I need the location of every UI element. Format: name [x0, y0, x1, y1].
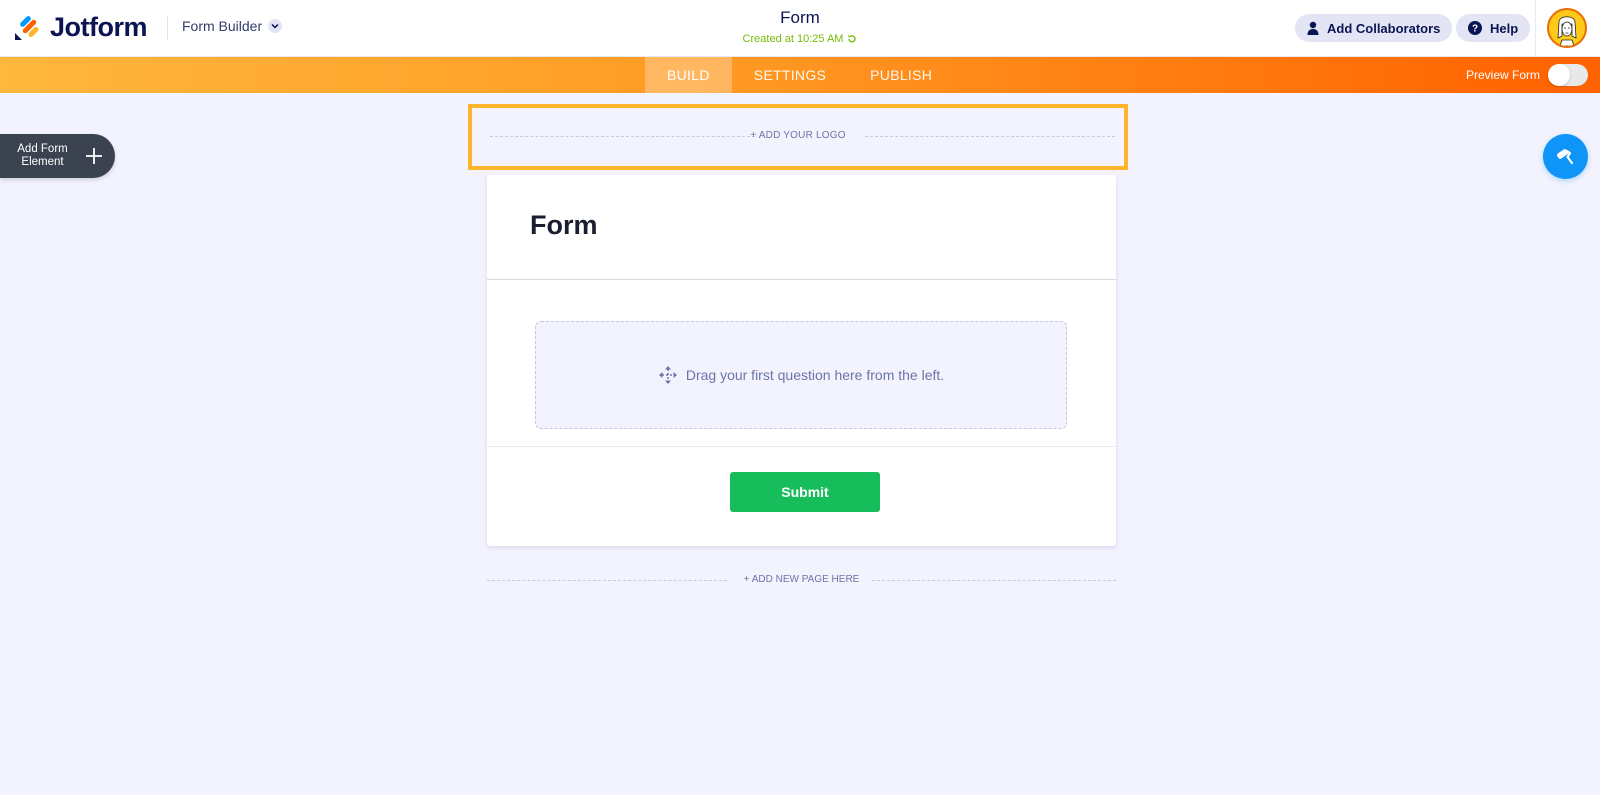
add-form-element-line1: Add Form: [17, 143, 68, 155]
add-form-element-line2: Element: [21, 156, 64, 168]
preview-form-control: Preview Form: [1466, 64, 1588, 86]
drop-zone-text: Drag your first question here from the l…: [685, 367, 945, 383]
form-designer-button[interactable]: [1543, 134, 1588, 179]
add-logo-area[interactable]: + ADD YOUR LOGO: [468, 104, 1128, 170]
add-form-element-button[interactable]: Add Form Element: [0, 134, 115, 178]
top-header: Jotform Form Builder Form Created at 10:…: [0, 0, 1600, 57]
form-header[interactable]: Form: [487, 175, 1116, 280]
tab-build[interactable]: BUILD: [645, 57, 732, 93]
preview-form-toggle[interactable]: [1548, 64, 1588, 86]
submit-button[interactable]: Submit: [730, 472, 880, 512]
created-text: Created at 10:25 AM: [742, 33, 844, 45]
form-heading[interactable]: Form: [530, 210, 598, 241]
avatar-illustration-icon: [1557, 16, 1577, 46]
dashed-divider-right: [865, 136, 1115, 137]
preview-form-label: Preview Form: [1465, 68, 1540, 82]
builder-nav-bar: BUILD SETTINGS PUBLISH Preview Form: [0, 57, 1600, 93]
tab-publish[interactable]: PUBLISH: [848, 57, 954, 93]
move-arrows-icon: [658, 366, 677, 384]
help-icon: ?: [1468, 21, 1482, 35]
tab-settings[interactable]: SETTINGS: [732, 57, 848, 93]
plus-icon: [86, 148, 102, 164]
add-form-element-label: Add Form Element: [0, 143, 85, 169]
created-status: Created at 10:25 AM: [743, 33, 858, 45]
add-collaborators-label: Add Collaborators: [1327, 20, 1441, 36]
paint-roller-icon: [1556, 148, 1573, 164]
add-collaborators-button[interactable]: Add Collaborators: [1295, 14, 1453, 42]
submit-divider: [487, 446, 1116, 447]
help-label: Help: [1490, 20, 1519, 36]
builder-tabs: BUILD SETTINGS PUBLISH: [645, 57, 954, 93]
help-button[interactable]: ? Help: [1456, 14, 1531, 42]
form-card: Form Drag your first question here from …: [487, 175, 1116, 546]
toggle-knob: [1548, 64, 1570, 86]
user-avatar[interactable]: [1547, 8, 1587, 48]
dashed-divider-right: [872, 580, 1116, 581]
add-new-page[interactable]: + ADD NEW PAGE HERE: [487, 573, 1116, 589]
refresh-icon[interactable]: [847, 34, 857, 44]
header-divider-right: [1535, 0, 1536, 57]
svg-text:?: ?: [1472, 24, 1478, 35]
user-icon: [1307, 21, 1319, 35]
question-drop-zone[interactable]: Drag your first question here from the l…: [535, 321, 1067, 429]
